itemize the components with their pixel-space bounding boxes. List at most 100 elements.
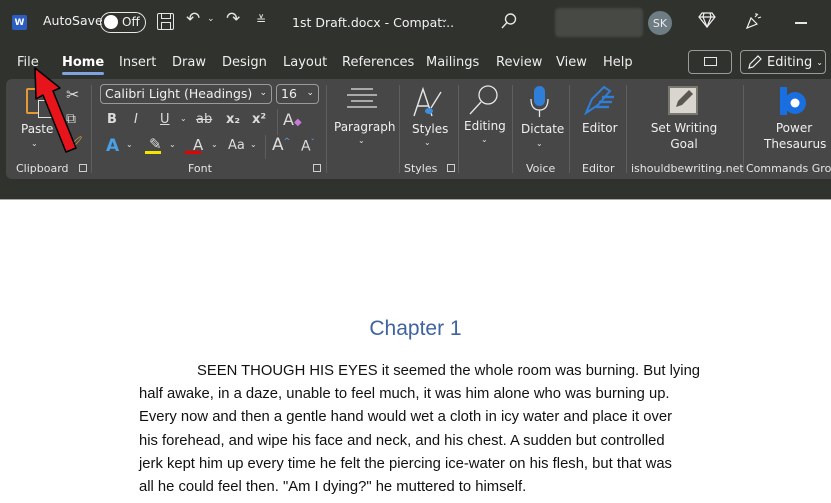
blurred-account-name	[555, 8, 643, 37]
group-label-ishouldbewriting: ishouldbewriting.net	[631, 162, 744, 175]
paste-chevron-down-icon[interactable]: ⌄	[31, 139, 38, 148]
customize-qat-icon[interactable]: ≚	[256, 13, 266, 27]
dictate-button[interactable]: Dictate	[521, 122, 564, 136]
change-case-chevron-down-icon[interactable]: ⌄	[250, 140, 257, 149]
font-color-chevron-down-icon[interactable]: ⌄	[211, 140, 218, 149]
autosave-label: AutoSave	[43, 13, 103, 28]
paragraph-line: half awake, in a daze, unable to feel mu…	[139, 386, 670, 403]
tab-design[interactable]: Design	[222, 55, 267, 70]
separator	[743, 85, 744, 173]
redo-icon[interactable]: ↷	[226, 11, 240, 28]
separator	[512, 85, 513, 173]
tab-view[interactable]: View	[556, 55, 587, 70]
tab-help[interactable]: Help	[603, 55, 633, 70]
search-icon[interactable]	[500, 12, 518, 30]
chevron-down-icon: ⌄	[306, 88, 314, 98]
microphone-icon	[530, 86, 549, 117]
minimize-icon[interactable]	[795, 22, 807, 24]
highlight-color-swatch	[145, 151, 161, 154]
font-launcher-icon[interactable]	[313, 164, 321, 172]
styles-icon	[413, 86, 442, 117]
change-case-button[interactable]: Aa	[228, 138, 245, 153]
subscript-button[interactable]: x₂	[226, 112, 240, 127]
save-icon[interactable]	[157, 13, 174, 30]
comment-icon	[704, 57, 717, 66]
set-writing-goal-line1: Set Writing	[650, 121, 718, 135]
tab-mailings[interactable]: Mailings	[426, 55, 479, 70]
underline-button[interactable]: U	[160, 112, 170, 127]
superscript-button[interactable]: x²	[252, 112, 266, 127]
format-painter-icon[interactable]: 🖌	[64, 135, 83, 153]
cut-icon[interactable]: ✂	[66, 85, 79, 104]
tab-draw[interactable]: Draw	[172, 55, 206, 70]
clipboard-launcher-icon[interactable]	[79, 164, 87, 172]
font-name-combo[interactable]: Calibri Light (Headings) ⌄	[100, 84, 272, 104]
group-label-voice: Voice	[526, 162, 556, 175]
styles-button[interactable]: Styles	[412, 122, 448, 136]
font-size-combo[interactable]: 16 ⌄	[276, 84, 319, 104]
copy-icon[interactable]: ⧉	[66, 111, 76, 127]
undo-dropdown-caret[interactable]: ⌄	[207, 14, 215, 24]
separator	[91, 85, 92, 173]
editing-chevron-down-icon[interactable]: ⌄	[481, 135, 488, 144]
strikethrough-button[interactable]: ab	[196, 112, 212, 127]
separator	[277, 109, 278, 135]
premium-diamond-icon[interactable]	[698, 12, 716, 28]
clear-formatting-icon[interactable]: A◆	[283, 110, 302, 129]
separator	[569, 85, 570, 173]
text-effects-button[interactable]: A	[106, 136, 119, 156]
editing-button[interactable]: Editing	[464, 119, 506, 133]
toggle-knob	[104, 15, 118, 29]
grow-font-label: A	[272, 135, 284, 155]
document-body[interactable]: SEEN THOUGH HIS EYES it seemed the whole…	[139, 360, 739, 499]
editor-button[interactable]: Editor	[582, 121, 618, 135]
power-thesaurus-line2: Thesaurus	[764, 137, 827, 151]
group-label-styles: Styles	[404, 162, 438, 175]
text-effects-chevron-down-icon[interactable]: ⌄	[126, 140, 133, 149]
group-label-font: Font	[188, 162, 212, 175]
paragraph-line: Every now and then a gentle hand would w…	[139, 409, 673, 426]
paragraph-line: his forehead, and wipe his face and neck…	[139, 432, 665, 449]
separator	[326, 85, 327, 173]
editing-mode-button[interactable]: Editing ⌄	[740, 50, 826, 74]
paragraph-button[interactable]: Paragraph	[334, 120, 395, 134]
word-logo-icon: W	[12, 15, 27, 30]
paragraph-icon	[347, 88, 377, 108]
highlight-chevron-down-icon[interactable]: ⌄	[169, 140, 176, 149]
tab-layout[interactable]: Layout	[283, 55, 327, 70]
paste-button[interactable]: Paste	[21, 122, 53, 136]
tab-file[interactable]: File	[17, 55, 39, 70]
comments-button[interactable]	[688, 50, 732, 74]
font-size-value: 16	[281, 86, 297, 101]
group-label-editor: Editor	[582, 162, 615, 175]
tab-home[interactable]: Home	[62, 55, 105, 75]
underline-chevron-down-icon[interactable]: ⌄	[180, 114, 187, 123]
tab-review[interactable]: Review	[496, 55, 542, 70]
editing-find-icon	[469, 85, 498, 115]
avatar[interactable]: SK	[648, 11, 672, 35]
italic-button[interactable]: I	[134, 112, 138, 127]
autosave-state: Off	[122, 15, 140, 29]
tab-references[interactable]: References	[342, 55, 414, 70]
shrink-font-button[interactable]: Aˇ	[301, 138, 315, 155]
set-writing-goal-line2: Goal	[670, 137, 698, 151]
grow-font-button[interactable]: A^	[272, 135, 290, 155]
separator	[399, 85, 400, 173]
power-thesaurus-button[interactable]: Power Thesaurus	[764, 121, 827, 151]
paste-icon[interactable]	[26, 88, 54, 118]
dictate-chevron-down-icon[interactable]: ⌄	[536, 139, 543, 148]
styles-chevron-down-icon[interactable]: ⌄	[424, 138, 431, 147]
title-chevron-down-icon[interactable]: ⌄	[440, 14, 448, 25]
styles-launcher-icon[interactable]	[447, 164, 455, 172]
autosave-toggle[interactable]: Off	[100, 12, 146, 33]
paragraph-chevron-down-icon[interactable]: ⌄	[358, 136, 365, 145]
set-writing-goal-button[interactable]: Set Writing Goal	[646, 121, 722, 151]
font-name-value: Calibri Light (Headings)	[105, 86, 253, 101]
document-canvas[interactable]: Chapter 1 SEEN THOUGH HIS EYES it seemed…	[0, 199, 831, 503]
celebrate-icon[interactable]	[745, 12, 763, 30]
tab-insert[interactable]: Insert	[119, 55, 156, 70]
bold-button[interactable]: B	[107, 112, 117, 127]
document-title[interactable]: 1st Draft.docx - Compat...	[292, 15, 454, 30]
undo-icon[interactable]: ↶	[186, 11, 200, 28]
pencil-icon	[748, 55, 762, 69]
